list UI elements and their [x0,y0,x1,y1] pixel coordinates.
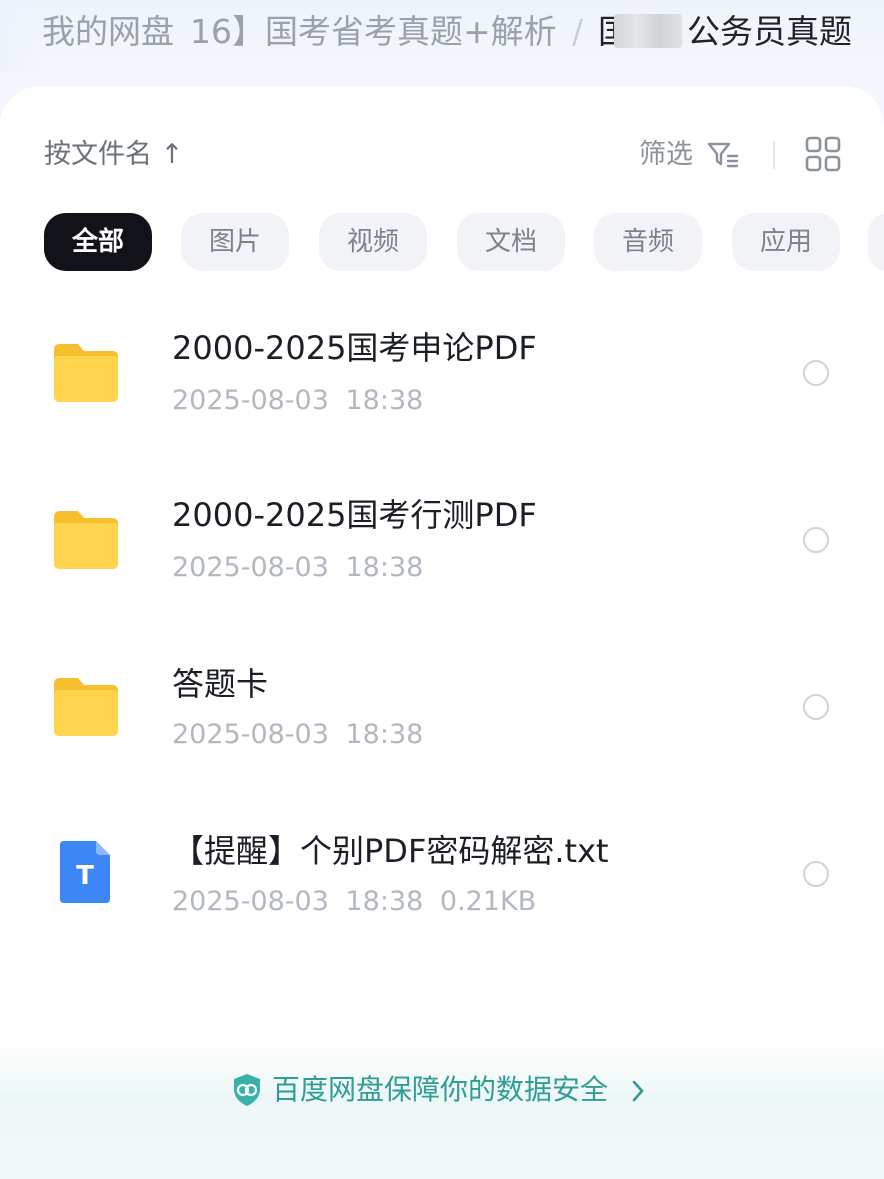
breadcrumb: 我的网盘 16】国考省考真题+解析 / 国公务员真题 [0,0,884,72]
file-name: 答题卡 [172,665,269,703]
select-radio[interactable] [803,861,829,887]
sort-button[interactable]: 按文件名 ↑ [44,138,183,172]
file-meta: 2025-08-03 18:38 [172,719,424,750]
chevron-right-icon [632,1080,644,1102]
redacted-blur [614,14,682,48]
shield-icon [234,1074,260,1106]
toolbar-divider [773,141,775,169]
breadcrumb-separator: / [572,12,584,51]
chip-documents[interactable]: 文档 [457,213,565,271]
text-file-icon: T [60,841,110,903]
select-radio[interactable] [803,694,829,720]
file-name: 2000-2025国考行测PDF [172,496,537,534]
folder-icon [54,678,118,736]
file-row[interactable]: 2000-2025国考行测PDF 2025-08-03 18:38 [0,467,884,617]
text-file-icon-letter: T [76,861,94,891]
breadcrumb-parent-folder[interactable]: 16】国考省考真题+解析 [190,12,557,52]
breadcrumb-fade [0,0,40,72]
file-name: 2000-2025国考申论PDF [172,329,537,367]
file-row[interactable]: T 【提醒】个别PDF密码解密.txt 2025-08-03 18:38 0.2… [0,801,884,951]
file-name: 【提醒】个别PDF密码解密.txt [172,832,609,870]
file-meta: 2025-08-03 18:38 0.21KB [172,886,537,917]
grid-view-icon[interactable] [805,136,841,172]
select-radio[interactable] [803,527,829,553]
chip-audio[interactable]: 音频 [594,213,702,271]
security-text: 百度网盘保障你的数据安全 [272,1073,609,1106]
chip-all[interactable]: 全部 [44,213,152,271]
file-meta: 2025-08-03 18:38 [172,552,424,583]
footer [0,1040,884,1179]
breadcrumb-root[interactable]: 我的网盘 [42,12,174,52]
folder-icon [54,511,118,569]
breadcrumb-current-label: 公务员真题 [687,12,852,51]
file-row[interactable]: 答题卡 2025-08-03 18:38 [0,634,884,784]
chip-images[interactable]: 图片 [181,213,289,271]
chip-apps[interactable]: 应用 [732,213,840,271]
select-radio[interactable] [803,360,829,386]
file-meta: 2025-08-03 18:38 [172,385,424,416]
file-row[interactable]: 2000-2025国考申论PDF 2025-08-03 18:38 [0,300,884,450]
filter-button[interactable]: 筛选 [639,138,693,172]
folder-icon [54,344,118,402]
chip-videos[interactable]: 视频 [319,213,427,271]
filter-icon[interactable] [706,140,740,170]
